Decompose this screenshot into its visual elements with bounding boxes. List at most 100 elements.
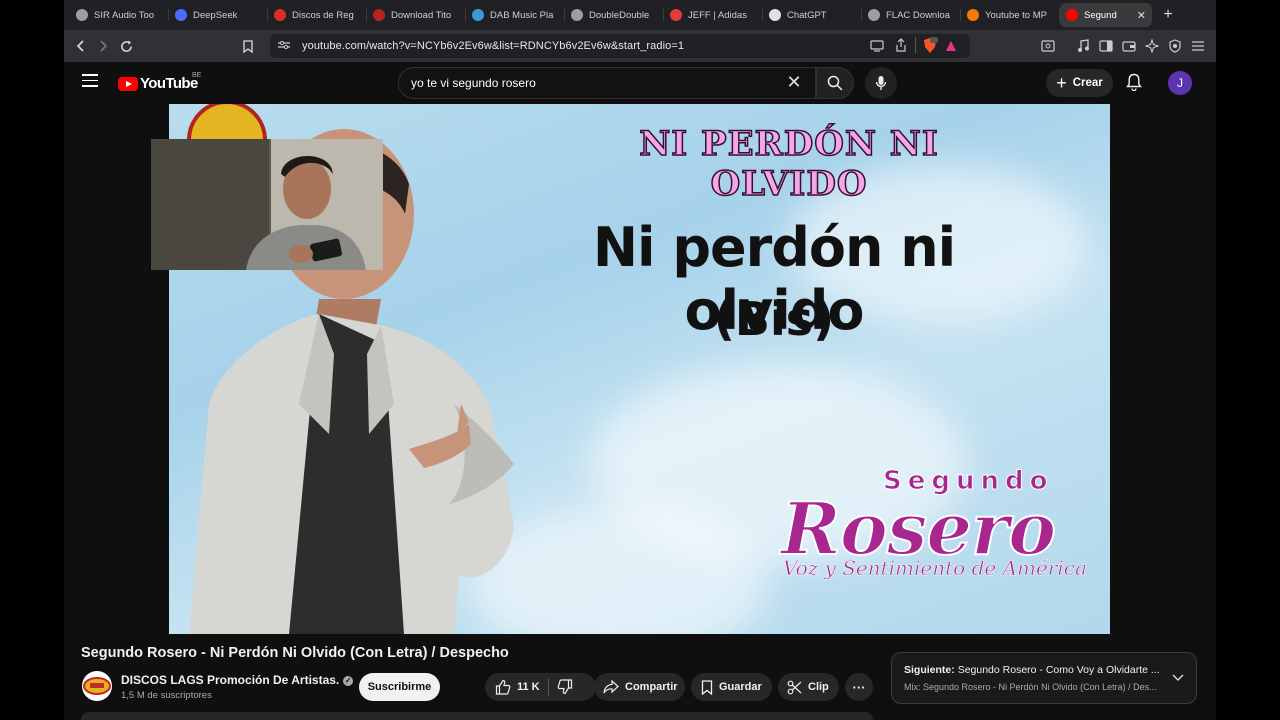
thumbs-up-icon (495, 679, 511, 695)
up-next-title-row: Siguiente: Segundo Rosero - Como Voy a O… (904, 664, 1164, 676)
scissors-icon (787, 680, 802, 694)
channel-name-row[interactable]: DISCOS LAGS Promoción De Artistas. ✓ (121, 673, 354, 687)
search-input[interactable]: yo te vi segundo rosero (398, 67, 816, 99)
close-tab-icon[interactable]: ✕ (1137, 9, 1146, 22)
create-button[interactable]: + Crear (1046, 69, 1113, 97)
clip-label: Clip (808, 681, 829, 693)
site-settings-icon[interactable] (278, 37, 290, 55)
thumbs-down-icon (557, 679, 572, 695)
save-label: Guardar (719, 681, 762, 693)
tab-title: FLAC Downloa (886, 9, 950, 21)
webcam-person-image (151, 139, 383, 270)
sidebar-icon[interactable] (1097, 37, 1115, 55)
account-avatar[interactable]: J (1168, 71, 1192, 95)
brave-rewards-icon[interactable] (945, 39, 957, 57)
share-label: Compartir (625, 681, 678, 693)
cast-icon[interactable] (870, 38, 884, 57)
video-heading: NI PERDÓN NI OLVIDO (638, 123, 939, 205)
reader-mode-icon[interactable] (1039, 37, 1057, 55)
tabs-container: SIR Audio Too DeepSeek Discos de Reg Downlo… (70, 3, 1152, 27)
browser-tab[interactable]: DeepSeek (169, 3, 268, 27)
channel-name[interactable]: DISCOS LAGS Promoción De Artistas. (121, 673, 339, 687)
channel-avatar[interactable] (82, 671, 112, 701)
tab-title: Youtube to MP (985, 9, 1047, 21)
up-next-title: Segundo Rosero - Como Voy a Olvidarte ..… (957, 664, 1160, 676)
share-page-icon[interactable] (895, 38, 907, 57)
browser-tab[interactable]: Download Tito (367, 3, 466, 27)
wallet-icon[interactable] (1120, 37, 1138, 55)
bookmark-icon[interactable] (237, 35, 259, 57)
search-button[interactable] (816, 67, 854, 99)
ytmp3-icon (967, 9, 979, 21)
chevron-down-icon[interactable] (1172, 671, 1184, 685)
verified-check-icon: ✓ (343, 676, 354, 686)
subscribe-button[interactable]: Suscribirme (359, 673, 440, 701)
deepseek-icon (175, 9, 187, 21)
share-arrow-icon (603, 680, 619, 694)
country-code: BE (192, 72, 202, 79)
notifications-bell-icon[interactable] (1126, 73, 1146, 93)
youtube-logo[interactable]: YouTube BE (118, 72, 202, 92)
create-label: Crear (1072, 77, 1103, 89)
up-next-panel[interactable]: Siguiente: Segundo Rosero - Como Voy a O… (891, 652, 1197, 704)
media-controls-icon[interactable] (1074, 37, 1092, 55)
like-count: 11 K (517, 681, 540, 693)
address-bar[interactable]: youtube.com/watch?v=NCYb6v2Ev6w&list=RDN… (270, 34, 970, 58)
browser-tab[interactable]: JEFF | Adidas (664, 3, 763, 27)
save-button[interactable]: Guardar (691, 673, 772, 701)
lyric-line-2: (Bis) (713, 292, 835, 346)
forward-icon[interactable] (92, 35, 114, 57)
search-icon (827, 75, 843, 91)
globe-icon (868, 9, 880, 21)
description-box[interactable] (81, 712, 873, 720)
tab-title: SIR Audio Too (94, 9, 155, 21)
brave-shields-icon[interactable] (922, 37, 938, 59)
url-text: youtube.com/watch?v=NCYb6v2Ev6w&list=RDN… (302, 40, 685, 52)
globe-icon (571, 9, 583, 21)
discos-icon (274, 9, 286, 21)
reload-icon[interactable] (115, 35, 137, 57)
mix-playlist-title: Mix: Segundo Rosero - Ni Perdón Ni Olvid… (904, 682, 1157, 692)
screen: SIR Audio Too DeepSeek Discos de Reg Downlo… (0, 0, 1280, 720)
browser-tab[interactable]: ChatGPT (763, 3, 862, 27)
bookmark-save-icon (701, 679, 713, 695)
browser-tab[interactable]: FLAC Downloa (862, 3, 961, 27)
tab-title: DAB Music Pla (490, 9, 554, 21)
tab-strip: SIR Audio Too DeepSeek Discos de Reg Downlo… (64, 0, 1216, 30)
new-tab-button[interactable]: + (1156, 3, 1180, 27)
vpn-shield-icon[interactable] (1166, 37, 1184, 55)
address-toolbar: youtube.com/watch?v=NCYb6v2Ev6w&list=RDN… (64, 30, 1216, 62)
tab-title: JEFF | Adidas (688, 9, 747, 21)
leo-ai-icon[interactable] (1143, 37, 1161, 55)
browser-window: SIR Audio Too DeepSeek Discos de Reg Downlo… (64, 0, 1216, 720)
subscriber-count: 1,5 M de suscriptores (121, 690, 212, 701)
browser-tab[interactable]: SIR Audio Too (70, 3, 169, 27)
like-button[interactable]: 11 K (485, 673, 540, 701)
more-actions-button[interactable]: ··· (845, 673, 873, 701)
microphone-icon (875, 76, 887, 90)
dab-icon (472, 9, 484, 21)
browser-tab[interactable]: Discos de Reg (268, 3, 367, 27)
voice-search-button[interactable] (865, 67, 897, 99)
browser-tab[interactable]: Youtube to MP (961, 3, 1060, 27)
clip-button[interactable]: Clip (778, 673, 839, 701)
up-next-prefix: Siguiente: (904, 664, 955, 676)
plus-icon: + (1056, 73, 1067, 93)
browser-tab[interactable]: DAB Music Pla (466, 3, 565, 27)
dislike-button[interactable] (557, 673, 579, 701)
back-icon[interactable] (70, 35, 92, 57)
share-button[interactable]: Compartir (594, 673, 685, 701)
youtube-wordmark: YouTube (140, 75, 198, 92)
browser-tab[interactable]: DoubleDouble (565, 3, 664, 27)
webcam-overlay (151, 139, 383, 270)
tab-title: ChatGPT (787, 9, 827, 21)
browser-tab[interactable]: Segund ✕ (1060, 3, 1152, 27)
tab-title: Segund (1084, 9, 1117, 21)
tab-title: DeepSeek (193, 9, 238, 21)
menu-icon[interactable] (1189, 37, 1207, 55)
like-divider (547, 678, 549, 696)
tab-title: Discos de Reg (292, 9, 354, 21)
tab-title: Download Tito (391, 9, 452, 21)
clear-search-icon[interactable]: ✕ (784, 73, 804, 93)
guide-menu-icon[interactable] (82, 74, 98, 88)
